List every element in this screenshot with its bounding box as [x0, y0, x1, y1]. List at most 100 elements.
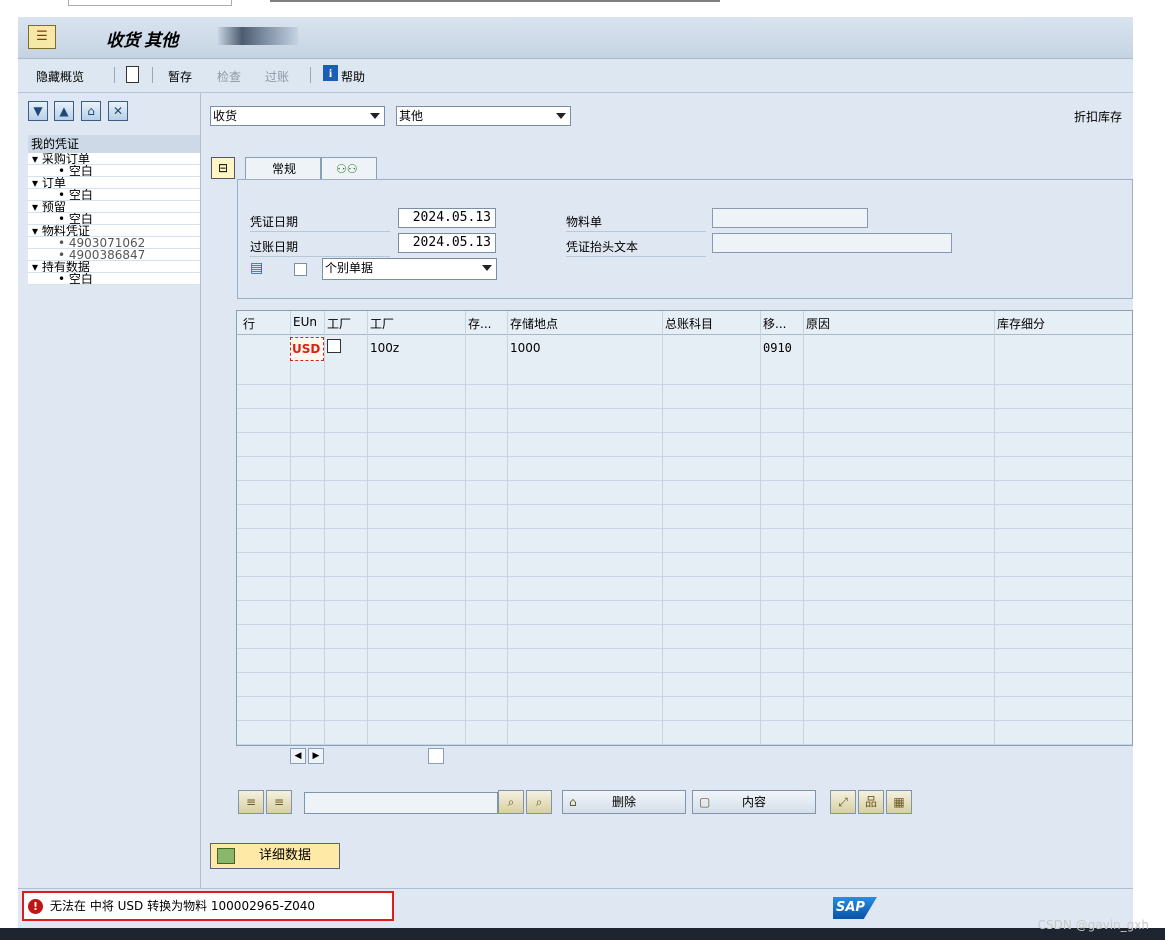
table-row	[237, 625, 1132, 649]
document-overview-panel: ▼ ▲ ⌂ ✕ 我的凭证 ▾ 采购订单 • 空白 ▾ 订单 • 空白 ▾ 预留 …	[18, 93, 201, 888]
table-row	[237, 673, 1132, 697]
tree-item[interactable]: • 空白	[28, 189, 200, 201]
command-field[interactable]	[68, 0, 232, 6]
post-button[interactable]: 过账	[265, 68, 289, 85]
tab-toggle-icon[interactable]: ⊟	[211, 157, 235, 179]
table-row	[237, 601, 1132, 625]
tree-item-label: 空白	[68, 189, 93, 201]
col-header[interactable]: 原因	[806, 315, 830, 332]
table-row	[237, 697, 1132, 721]
new-document-icon[interactable]	[126, 66, 139, 83]
transaction-value: 收货	[213, 109, 238, 123]
tree-group-material-doc[interactable]: ▾ 物料凭证	[28, 225, 200, 237]
col-header[interactable]: 工厂	[370, 315, 394, 332]
col-header[interactable]: 移...	[763, 315, 786, 332]
header-text-label: 凭证抬头文本	[566, 238, 706, 257]
tree-group-purchase-order[interactable]: ▾ 采购订单	[28, 153, 200, 165]
tree-header: 我的凭证	[28, 135, 200, 153]
sort-down-icon[interactable]: ≡	[266, 790, 292, 814]
table-row	[237, 553, 1132, 577]
trash-icon[interactable]: ⌂	[81, 101, 101, 121]
doc-date-field[interactable]: 2024.05.13	[398, 208, 496, 228]
title-bar: ☰ 收货 其他	[18, 17, 1133, 59]
table-row	[237, 721, 1132, 745]
hierarchy-icon[interactable]: 品	[858, 790, 884, 814]
collapse-all-icon[interactable]: ▲	[54, 101, 74, 121]
blurred-title-suffix	[218, 27, 298, 45]
col-header[interactable]: 行	[243, 315, 255, 332]
scroll-right-icon[interactable]: ▶	[308, 748, 324, 764]
check-button[interactable]: 检查	[217, 68, 241, 85]
blurred-area	[270, 0, 720, 2]
save-draft-button[interactable]: 暂存	[168, 68, 192, 85]
help-button[interactable]: 帮助	[341, 68, 365, 85]
transaction-dropdown[interactable]: 收货	[210, 106, 385, 126]
tree-item[interactable]: • 空白	[28, 165, 200, 177]
layout-icon[interactable]: ▦	[886, 790, 912, 814]
horizontal-scrollbar[interactable]: ◀ ▶	[290, 748, 330, 764]
col-header[interactable]: 存储地点	[510, 315, 558, 332]
plant-cell[interactable]: 100z	[370, 341, 399, 355]
tree-item[interactable]: • 4900386847	[28, 249, 200, 261]
table-row	[237, 505, 1132, 529]
scroll-thumb[interactable]	[428, 748, 444, 764]
detail-data-button[interactable]: 详细数据	[210, 843, 340, 869]
post-date-field[interactable]: 2024.05.13	[398, 233, 496, 253]
tab-partners[interactable]: ⚇⚇	[321, 157, 377, 181]
status-bar: ! 无法在 中将 USD 转换为物料 100002965-Z040 SAP	[18, 888, 1133, 928]
error-message[interactable]: ! 无法在 中将 USD 转换为物料 100002965-Z040	[22, 891, 394, 921]
find-icon[interactable]: ⌕	[498, 790, 524, 814]
tree-group-label: 预留	[41, 201, 66, 213]
tree-group-reservation[interactable]: ▾ 预留	[28, 201, 200, 213]
storage-location-cell[interactable]: 1000	[510, 341, 541, 355]
material-slip-label: 物料单	[566, 213, 706, 232]
header-text-field[interactable]	[712, 233, 952, 253]
table-row	[237, 433, 1132, 457]
table-row	[237, 457, 1132, 481]
movement-type-cell[interactable]: 0910	[763, 341, 792, 355]
reference-dropdown[interactable]: 其他	[396, 106, 571, 126]
table-row	[237, 385, 1132, 409]
print-option-dropdown[interactable]: 个别单据	[322, 258, 497, 280]
delete-label: 删除	[611, 795, 636, 809]
detail-label: 详细数据	[259, 848, 312, 863]
info-icon[interactable]: i	[323, 65, 338, 81]
document-tree: 我的凭证 ▾ 采购订单 • 空白 ▾ 订单 • 空白 ▾ 预留 • 空白 ▾ 物…	[28, 135, 200, 285]
tree-group-label: 采购订单	[41, 153, 90, 165]
table-filter-input[interactable]	[304, 792, 498, 814]
tab-content: 凭证日期 2024.05.13 过账日期 2024.05.13 ▤ 个别单据 物…	[237, 179, 1133, 299]
tab-general[interactable]: 常规	[245, 157, 321, 181]
delete-button[interactable]: ⌂ 删除	[562, 790, 686, 814]
tree-group-order[interactable]: ▾ 订单	[28, 177, 200, 189]
chevron-down-icon	[482, 265, 492, 271]
page-title: 收货 其他	[106, 31, 179, 50]
print-checkbox[interactable]	[294, 263, 307, 276]
close-icon[interactable]: ✕	[108, 101, 128, 121]
expand-icon[interactable]: ⤢	[830, 790, 856, 814]
expand-all-icon[interactable]: ▼	[28, 101, 48, 121]
col-header[interactable]: 库存细分	[997, 315, 1045, 332]
app-menu-icon[interactable]: ☰	[28, 25, 56, 49]
material-slip-field[interactable]	[712, 208, 868, 228]
persons-icon: ⚇⚇	[336, 162, 358, 176]
col-header[interactable]: 总账科目	[665, 315, 713, 332]
tree-group-held-data[interactable]: ▾ 持有数据	[28, 261, 200, 273]
col-header[interactable]: EUn	[293, 315, 317, 329]
content-button[interactable]: ▢ 内容	[692, 790, 816, 814]
tree-item[interactable]: • 空白	[28, 273, 200, 285]
item-table: 行 EUn 工厂 工厂 存... 存储地点 总账科目 移... 原因 库存细分 …	[236, 310, 1133, 746]
table-row	[237, 649, 1132, 673]
separator	[114, 67, 115, 83]
printer-icon[interactable]: ▤	[250, 260, 263, 276]
sort-up-icon[interactable]: ≡	[238, 790, 264, 814]
tree-item[interactable]: • 空白	[28, 213, 200, 225]
col-header[interactable]: 存...	[468, 315, 491, 332]
unit-field-error[interactable]: USD	[290, 337, 324, 361]
find-next-icon[interactable]: ⌕	[526, 790, 552, 814]
top-strip	[0, 0, 1165, 14]
copy-icon[interactable]	[327, 339, 341, 353]
col-header[interactable]: 工厂	[327, 315, 351, 332]
scroll-left-icon[interactable]: ◀	[290, 748, 306, 764]
tree-item[interactable]: • 4903071062	[28, 237, 200, 249]
hide-overview-button[interactable]: 隐藏概览	[36, 68, 84, 85]
